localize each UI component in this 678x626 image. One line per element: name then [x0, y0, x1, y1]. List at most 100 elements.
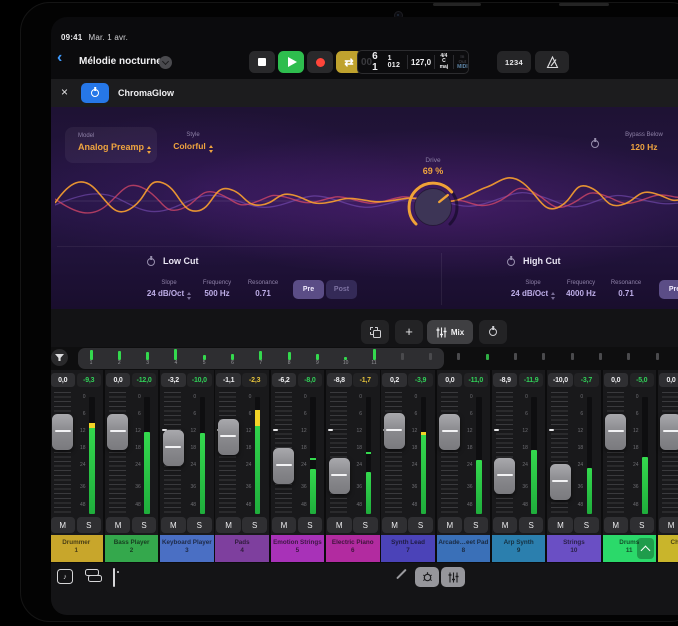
track-name-tab[interactable]: Electric Piano 6: [326, 535, 380, 562]
volume-fader[interactable]: [329, 458, 350, 494]
solo-button[interactable]: S: [187, 517, 212, 533]
solo-button[interactable]: S: [408, 517, 433, 533]
close-plugin-button[interactable]: ×: [61, 84, 68, 100]
filter-button[interactable]: [51, 349, 68, 366]
solo-button[interactable]: S: [574, 517, 599, 533]
mute-button[interactable]: M: [659, 517, 678, 533]
track-name-tab[interactable]: Arp Synth 9: [492, 535, 546, 562]
bypass-below-value[interactable]: 120 Hz: [609, 142, 678, 152]
stop-button[interactable]: [249, 51, 275, 73]
track-name-tab[interactable]: Arcade…eet Pad 8: [437, 535, 491, 562]
duplicate-button[interactable]: [361, 320, 389, 344]
solo-button[interactable]: S: [519, 517, 544, 533]
mixer-power-button[interactable]: [479, 320, 507, 344]
lcd-display[interactable]: 00 6 1 1 012 127,0 4/4 C maj In Out MIDI: [357, 50, 469, 74]
mute-button[interactable]: M: [51, 517, 75, 533]
track-name-tab[interactable]: Keyboard Player 3: [160, 535, 214, 562]
volume-value[interactable]: 0,0: [106, 373, 131, 387]
volume-fader[interactable]: [384, 413, 405, 449]
track-name-tab[interactable]: Emotion Strings 5: [271, 535, 325, 562]
pre-button[interactable]: Pre: [659, 280, 678, 299]
record-button[interactable]: [307, 51, 333, 73]
mixer-view-button[interactable]: [441, 567, 465, 587]
add-track-button[interactable]: +: [395, 320, 423, 344]
volume-fader[interactable]: [163, 430, 184, 466]
track-name-tab[interactable]: Strings 10: [547, 535, 601, 562]
drive-knob[interactable]: [405, 179, 461, 235]
track-name-tab[interactable]: Drums 11: [603, 535, 657, 562]
volume-value[interactable]: -8,8: [327, 373, 352, 387]
volume-fader[interactable]: [52, 414, 73, 450]
solo-button[interactable]: S: [242, 517, 267, 533]
plugin-power-button[interactable]: [81, 83, 109, 103]
volume-value[interactable]: -3,2: [161, 373, 186, 387]
solo-button[interactable]: S: [630, 517, 655, 533]
volume-value[interactable]: -6,2: [272, 373, 297, 387]
play-button[interactable]: [278, 51, 304, 73]
plugins-button[interactable]: [85, 569, 102, 582]
mute-button[interactable]: M: [327, 517, 352, 533]
play-surface-button[interactable]: [113, 569, 115, 587]
controls-view-button[interactable]: [415, 567, 439, 587]
back-chevron-icon[interactable]: ‹: [57, 50, 62, 66]
volume-fader[interactable]: [273, 448, 294, 484]
volume-value[interactable]: 0,0: [51, 373, 75, 387]
screen: 09:41Mar. 1 avr. ‹ Mélodie nocturne ⇄ 00…: [51, 17, 678, 615]
volume-value[interactable]: 0,2: [382, 373, 407, 387]
model-selector[interactable]: Model Analog Preamp: [65, 127, 157, 163]
resonance-value[interactable]: 0.71: [233, 289, 293, 298]
channel-strip: 0,0 -5,0 061218243648 M S Drums 11: [603, 370, 657, 562]
meter-scale-label: 24: [625, 462, 639, 468]
count-in-button[interactable]: 1234: [497, 51, 531, 73]
solo-button[interactable]: S: [353, 517, 378, 533]
mute-button[interactable]: M: [438, 517, 463, 533]
bypass-power-icon[interactable]: [591, 140, 599, 148]
solo-button[interactable]: S: [132, 517, 157, 533]
track-name-tab[interactable]: Synth Lead 7: [381, 535, 435, 562]
solo-button[interactable]: S: [464, 517, 489, 533]
meter-scale-label: 36: [348, 484, 362, 490]
volume-fader[interactable]: [494, 458, 515, 494]
loop-browser-button[interactable]: ♪: [57, 569, 73, 584]
volume-fader[interactable]: [107, 414, 128, 450]
mix-view-button[interactable]: Mix: [427, 320, 473, 344]
level-meter: [200, 433, 206, 514]
post-button[interactable]: Post: [326, 280, 357, 299]
style-selector[interactable]: Colorful: [163, 141, 223, 153]
volume-value[interactable]: 0,0: [438, 373, 463, 387]
high-cut-power-icon[interactable]: [507, 258, 515, 266]
mute-button[interactable]: M: [493, 517, 518, 533]
volume-fader[interactable]: [439, 414, 460, 450]
volume-value[interactable]: 0,0: [659, 373, 678, 387]
volume-fader[interactable]: [660, 414, 678, 450]
collapse-button[interactable]: [637, 538, 654, 559]
track-name-tab[interactable]: Chorus V 12: [658, 535, 678, 562]
mute-button[interactable]: M: [216, 517, 241, 533]
volume-value[interactable]: -8,9: [493, 373, 518, 387]
mute-button[interactable]: M: [382, 517, 407, 533]
solo-button[interactable]: S: [77, 517, 102, 533]
mute-button[interactable]: M: [272, 517, 297, 533]
mute-button[interactable]: M: [548, 517, 573, 533]
volume-fader[interactable]: [218, 419, 239, 455]
project-title[interactable]: Mélodie nocturne: [79, 56, 162, 67]
unity-gain-mark: [273, 429, 278, 431]
track-name-tab[interactable]: Pads 4: [215, 535, 269, 562]
mute-button[interactable]: M: [604, 517, 629, 533]
solo-button[interactable]: S: [298, 517, 323, 533]
track-name-tab[interactable]: Drummer 1: [51, 535, 103, 562]
volume-value[interactable]: -1,1: [216, 373, 241, 387]
pre-button[interactable]: Pre: [293, 280, 324, 299]
track-name-tab[interactable]: Bass Player 2: [105, 535, 159, 562]
volume-fader[interactable]: [550, 464, 571, 500]
low-cut-power-icon[interactable]: [147, 258, 155, 266]
project-menu-button[interactable]: [159, 56, 172, 69]
volume-value[interactable]: -10,0: [548, 373, 573, 387]
metronome-button[interactable]: [535, 51, 569, 73]
mute-button[interactable]: M: [106, 517, 131, 533]
overview-meter: [542, 353, 545, 360]
volume-value[interactable]: 0,0: [604, 373, 629, 387]
mute-button[interactable]: M: [161, 517, 186, 533]
resonance-value[interactable]: 0.71: [596, 289, 656, 298]
volume-fader[interactable]: [605, 414, 626, 450]
